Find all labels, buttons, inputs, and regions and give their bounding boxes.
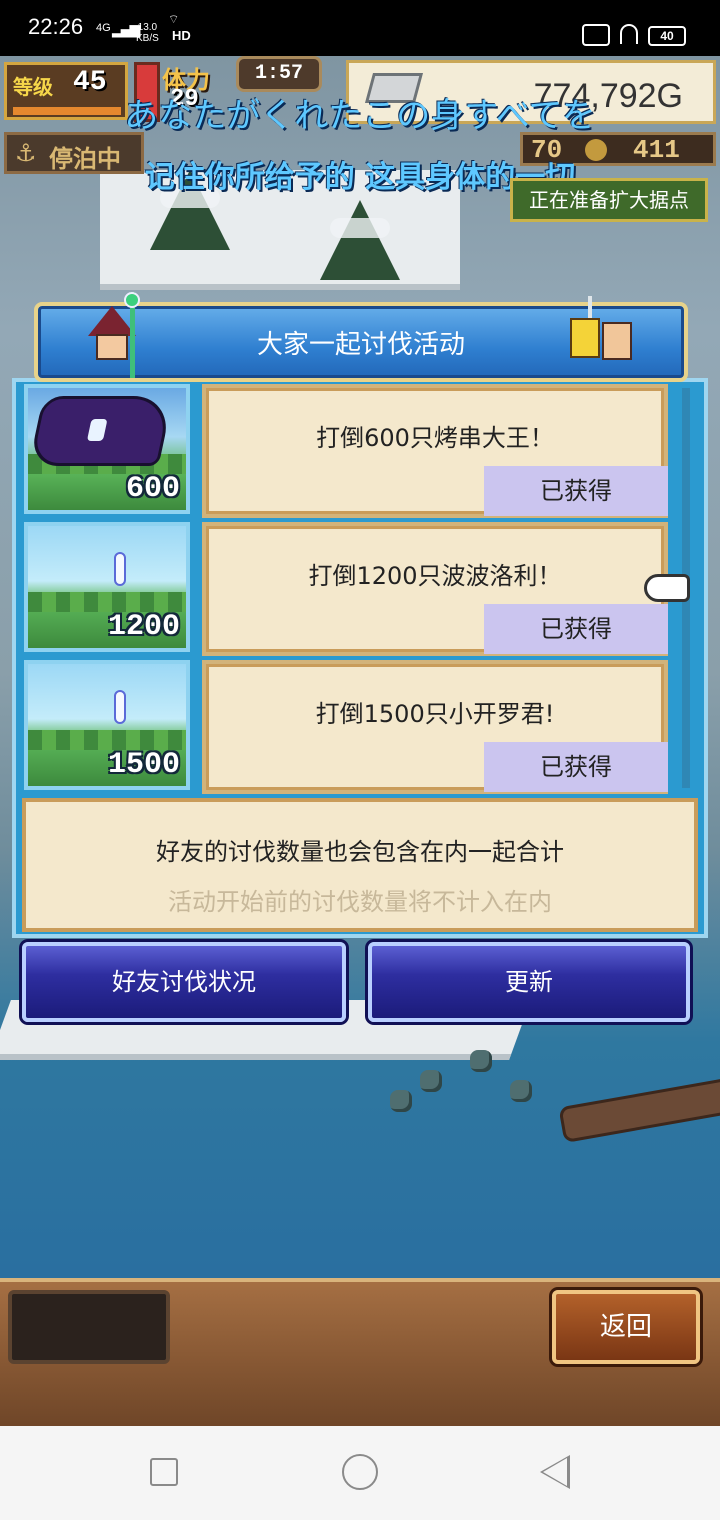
info-line-secondary: 活动开始前的讨伐数量将不计入在内 (168, 888, 552, 916)
hd-badge: HD (172, 28, 191, 43)
recent-apps-icon[interactable] (150, 1458, 178, 1486)
mission-status-badge: 已获得 (484, 604, 668, 654)
network-type: 4G (96, 22, 111, 34)
mission-text: 打倒600只烤串大王！ (316, 424, 554, 452)
event-info-box: 好友的讨伐数量也会包含在内一起合计 活动开始前的讨伐数量将不计入在内 (22, 798, 698, 932)
mission-text: 打倒1500只小开罗君! (315, 700, 555, 728)
mission-status-badge: 已获得 (484, 466, 668, 516)
mission-thumbnail: 1500 (24, 660, 190, 790)
boss-monster-thumbnail: 600 (24, 384, 190, 514)
speed-unit: KB/S (136, 33, 159, 44)
mission-card: 打倒1200只波波洛利！ 已获得 (202, 522, 668, 656)
back-triangle-icon[interactable] (540, 1455, 570, 1489)
mission-text: 打倒1200只波波洛利！ (308, 562, 562, 590)
lyric-subtitle-jp: あなたがくれたこの身すべてを (124, 96, 596, 136)
speed-value: 13.0 (137, 22, 158, 33)
battery-indicator: 40 (648, 26, 686, 46)
signal-icon: ▂▄▆ (112, 22, 140, 38)
empty-menu-slot (8, 1290, 170, 1364)
status-bar: 22:26 4G ▂▄▆ 13.0 KB/S ⌔ HD 40 (0, 0, 720, 56)
gamepad-icon (582, 24, 610, 46)
network-speed: 13.0 KB/S (136, 22, 159, 44)
rock-sprite (510, 1080, 532, 1102)
hand-pointer-icon (644, 574, 690, 602)
wifi-icon: ⌔ (168, 12, 180, 26)
exclamation-icon (114, 552, 126, 586)
rock-sprite (390, 1090, 412, 1112)
refresh-button[interactable]: 更新 (368, 942, 690, 1022)
back-button[interactable]: 返回 (552, 1290, 700, 1364)
kill-count-badge: 600 (125, 472, 180, 506)
rock-sprite (420, 1070, 442, 1092)
mage-character-icon (84, 292, 144, 382)
exclamation-icon (114, 690, 126, 724)
status-time: 22:26 (28, 14, 84, 39)
kill-count-badge: 1500 (107, 748, 180, 782)
mission-card: 打倒600只烤串大王！ 已获得 (202, 384, 668, 518)
knight-character-icon (570, 296, 644, 378)
expansion-status-tag: 正在准备扩大据点 (510, 178, 708, 222)
stamina-timer: 1:57 (236, 56, 322, 92)
tree-sprite (320, 200, 400, 280)
info-line-primary: 好友的讨伐数量也会包含在内一起合计 (156, 838, 564, 866)
mission-status-badge: 已获得 (484, 742, 668, 792)
home-icon[interactable] (342, 1454, 378, 1490)
mission-thumbnail: 1200 (24, 522, 190, 652)
mission-card: 打倒1500只小开罗君! 已获得 (202, 660, 668, 794)
rock-sprite (470, 1050, 492, 1072)
headphones-icon (620, 24, 638, 44)
friend-status-button[interactable]: 好友讨伐状况 (22, 942, 346, 1022)
monster-sprite (28, 396, 174, 466)
kill-count-badge: 1200 (107, 610, 180, 644)
